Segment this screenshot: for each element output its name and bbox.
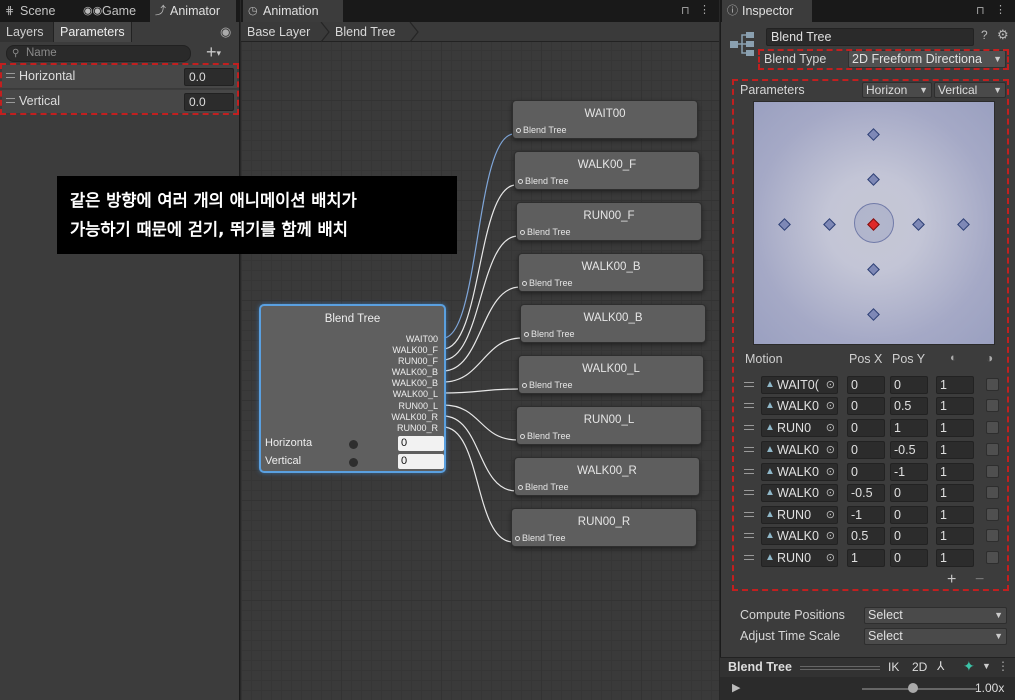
tab-inspector[interactable]: ⓘ Inspector bbox=[722, 0, 812, 22]
preview-drag-handle[interactable] bbox=[800, 666, 880, 670]
preview-playback-bar: ▶ 1.00x bbox=[720, 677, 1015, 700]
menu-icon[interactable]: ⋮ bbox=[995, 3, 1006, 16]
preview-header: Blend Tree IK 2D ⅄ ✦ ▼ ⋮ bbox=[720, 657, 1015, 677]
pivot-icon[interactable]: ⅄ bbox=[937, 659, 944, 673]
blend-tree-node[interactable]: Blend Tree WAIT00 WALK00_F RUN00_F WALK0… bbox=[259, 304, 446, 473]
input-port-icon[interactable] bbox=[516, 128, 521, 133]
connection-line bbox=[442, 404, 519, 441]
clip-node-subtitle: Blend Tree bbox=[523, 125, 567, 135]
gear-icon[interactable]: ⚙ bbox=[997, 27, 1009, 43]
clip-node-walk00-b[interactable]: WALK00_B Blend Tree bbox=[518, 253, 704, 292]
caption-line-1: 같은 방향에 여러 개의 애니메이션 배치가 bbox=[70, 191, 357, 210]
connection-line bbox=[442, 426, 514, 543]
clip-node-title: RUN00_F bbox=[583, 210, 635, 222]
clip-node-title: WALK00_B bbox=[581, 261, 641, 273]
blend-param-horizontal-field[interactable]: 0 bbox=[398, 436, 444, 451]
clip-node-wait00[interactable]: WAIT00 Blend Tree bbox=[512, 100, 698, 139]
clip-node-run00-r[interactable]: RUN00_R Blend Tree bbox=[511, 508, 697, 547]
output-label: WALK00_L bbox=[392, 389, 438, 399]
clip-node-title: RUN00_L bbox=[583, 414, 635, 426]
tab-inspector-label: Inspector bbox=[742, 4, 794, 18]
clip-node-subtitle: Blend Tree bbox=[529, 278, 573, 288]
help-icon[interactable]: ? bbox=[981, 28, 988, 42]
blend-tree-icon bbox=[730, 32, 754, 56]
play-icon[interactable]: ▶ bbox=[732, 681, 740, 694]
input-port-icon[interactable] bbox=[518, 179, 523, 184]
blend-param-horizontal-label: Horizonta bbox=[265, 437, 313, 449]
menu-icon[interactable]: ⋮ bbox=[997, 659, 1009, 673]
output-label: WALK00_R bbox=[391, 412, 438, 422]
input-port-icon[interactable] bbox=[522, 281, 527, 286]
2d-button[interactable]: 2D bbox=[912, 660, 927, 674]
connection-line bbox=[442, 388, 521, 394]
clip-node-subtitle: Blend Tree bbox=[525, 176, 569, 186]
param-dot-icon bbox=[349, 440, 358, 449]
clip-node-walk00-r[interactable]: WALK00_R Blend Tree bbox=[514, 457, 700, 496]
speed-slider-thumb[interactable] bbox=[908, 683, 918, 693]
clip-node-walk00-l[interactable]: WALK00_L Blend Tree bbox=[518, 355, 704, 394]
clip-node-run00-f[interactable]: RUN00_F Blend Tree bbox=[516, 202, 702, 241]
clip-node-walk00-f[interactable]: WALK00_F Blend Tree bbox=[514, 151, 700, 190]
clip-node-run00-l[interactable]: RUN00_L Blend Tree bbox=[516, 406, 702, 445]
clip-node-walk00-b-2[interactable]: WALK00_B Blend Tree bbox=[520, 304, 706, 343]
compute-positions-dropdown[interactable]: Select ▼ bbox=[864, 607, 1007, 624]
output-label: WALK00_B bbox=[391, 378, 438, 388]
blend-param-vertical-field[interactable]: 0 bbox=[398, 454, 444, 469]
output-label: WAIT00 bbox=[405, 334, 438, 344]
adjust-time-scale-dropdown[interactable]: Select ▼ bbox=[864, 628, 1007, 645]
input-port-icon[interactable] bbox=[515, 536, 520, 541]
compute-positions-value: Select bbox=[868, 608, 903, 622]
input-port-icon[interactable] bbox=[520, 434, 525, 439]
output-label: RUN00_F bbox=[397, 356, 438, 366]
clip-node-title: WAIT00 bbox=[584, 108, 626, 120]
clip-node-title: WALK00_F bbox=[577, 159, 637, 171]
caption-line-2: 가능하기 때문에 걷기, 뛰기를 함께 배치 bbox=[70, 220, 348, 239]
lock-icon[interactable]: ⊓ bbox=[976, 4, 985, 17]
output-label: RUN00_L bbox=[398, 401, 438, 411]
clip-node-title: WALK00_R bbox=[577, 465, 637, 477]
adjust-time-scale-value: Select bbox=[868, 629, 903, 643]
korean-caption-overlay: 같은 방향에 여러 개의 애니메이션 배치가 가능하기 때문에 걷기, 뛰기를 … bbox=[57, 176, 457, 254]
inspector-tab-bar: ⓘ Inspector ⊓ ⋮ bbox=[720, 0, 1015, 22]
input-port-icon[interactable] bbox=[524, 332, 529, 337]
clip-node-title: WALK00_B bbox=[583, 312, 643, 324]
connection-line bbox=[442, 235, 519, 361]
output-label: RUN00_R bbox=[396, 423, 438, 433]
clip-node-subtitle: Blend Tree bbox=[527, 227, 571, 237]
chevron-down-icon: ▼ bbox=[994, 610, 1003, 620]
clip-node-subtitle: Blend Tree bbox=[527, 431, 571, 441]
input-port-icon[interactable] bbox=[518, 485, 523, 490]
connection-line bbox=[442, 337, 523, 383]
clip-node-subtitle: Blend Tree bbox=[529, 380, 573, 390]
avatar-icon[interactable]: ✦ bbox=[963, 658, 975, 675]
clip-node-subtitle: Blend Tree bbox=[531, 329, 575, 339]
clip-node-title: RUN00_R bbox=[577, 516, 631, 528]
preview-title: Blend Tree bbox=[728, 660, 792, 674]
input-port-icon[interactable] bbox=[522, 383, 527, 388]
chevron-down-icon: ▼ bbox=[994, 631, 1003, 641]
clip-node-subtitle: Blend Tree bbox=[522, 533, 566, 543]
param-dot-icon bbox=[349, 458, 358, 467]
info-icon: ⓘ bbox=[727, 5, 738, 17]
output-label: WALK00_F bbox=[392, 345, 438, 355]
connection-line bbox=[442, 415, 517, 492]
output-label: WALK00_B bbox=[391, 367, 438, 377]
clip-node-subtitle: Blend Tree bbox=[525, 482, 569, 492]
blend-tree-name-field[interactable]: Blend Tree bbox=[766, 28, 974, 46]
clip-node-title: WALK00_L bbox=[582, 363, 640, 375]
adjust-time-scale-label: Adjust Time Scale bbox=[740, 629, 841, 643]
speed-slider-track[interactable] bbox=[862, 688, 977, 690]
compute-positions-label: Compute Positions bbox=[740, 608, 845, 622]
highlight-box-blend-type bbox=[758, 49, 1009, 70]
blend-param-vertical-label: Vertical bbox=[265, 455, 302, 467]
playback-speed-label: 1.00x bbox=[975, 681, 1005, 695]
ik-button[interactable]: IK bbox=[888, 660, 899, 674]
input-port-icon[interactable] bbox=[520, 230, 525, 235]
chevron-down-icon[interactable]: ▼ bbox=[982, 661, 991, 671]
highlight-box-blend-space bbox=[732, 79, 1009, 591]
blend-tree-node-title: Blend Tree bbox=[324, 313, 381, 325]
